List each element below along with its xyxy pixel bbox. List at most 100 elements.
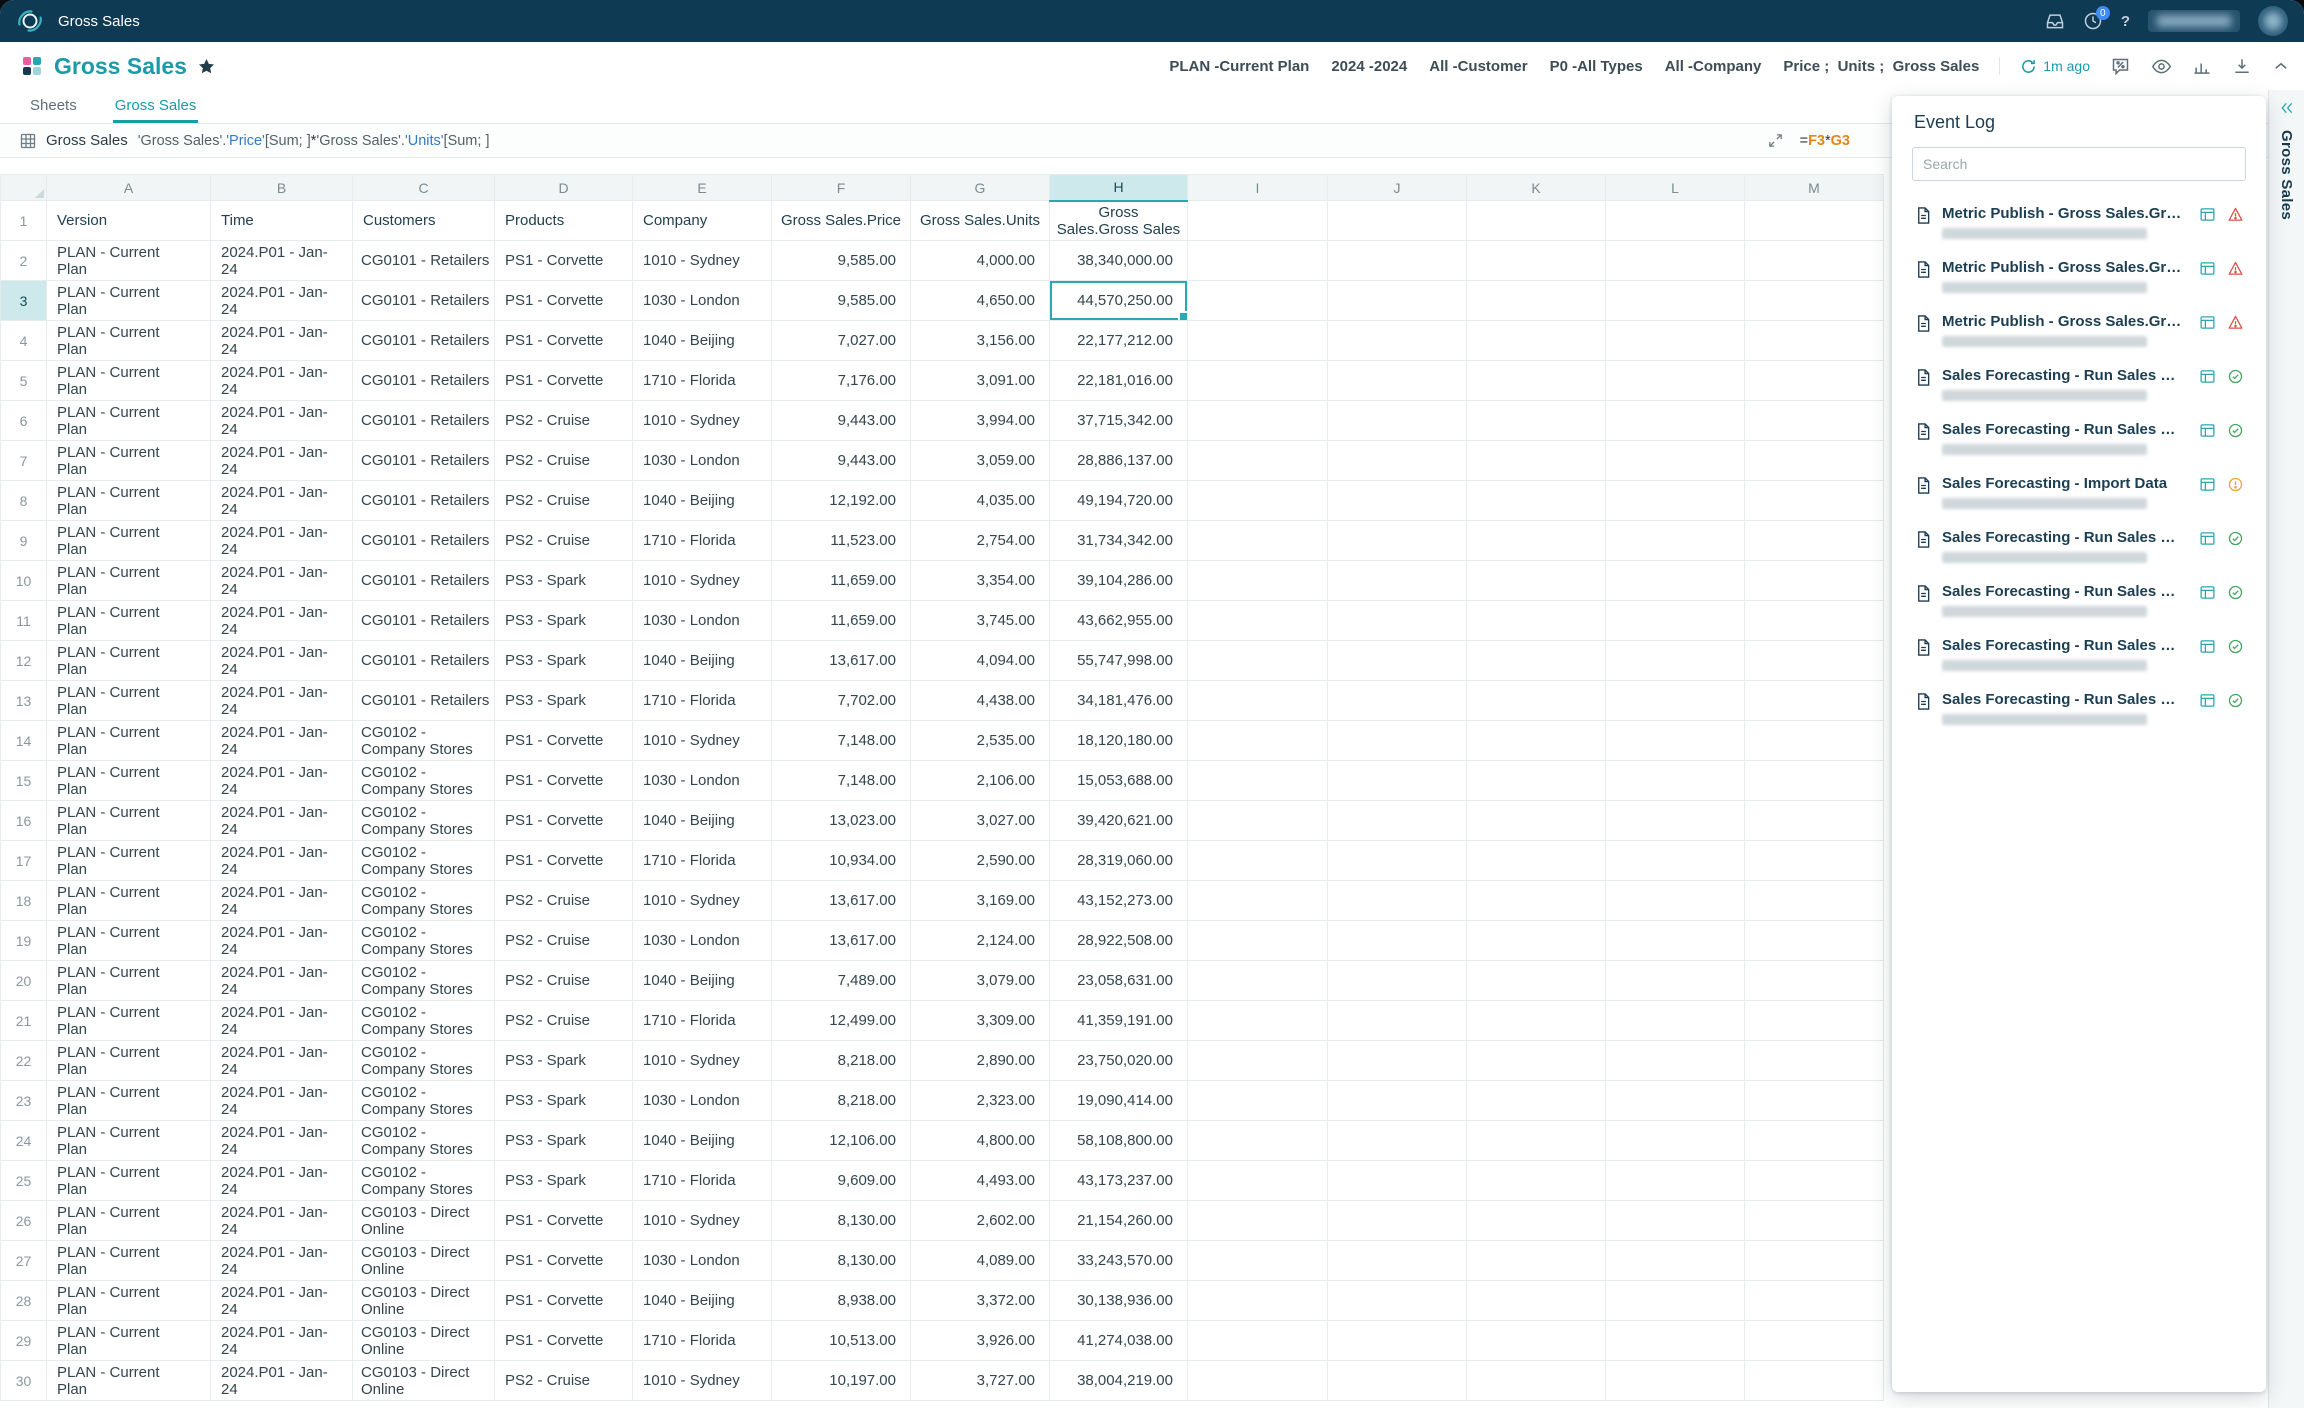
context-selector-3[interactable]: All -Customer [1429,58,1527,75]
cell-M17[interactable] [1745,841,1884,881]
cell-M4[interactable] [1745,321,1884,361]
column-header-G[interactable]: G [911,175,1050,201]
cell-L19[interactable] [1606,921,1745,961]
report-icon[interactable] [2199,638,2216,655]
cell-M14[interactable] [1745,721,1884,761]
column-header-A[interactable]: A [47,175,211,201]
cell-J6[interactable] [1328,401,1467,441]
column-header-E[interactable]: E [633,175,772,201]
cell-F21[interactable]: 12,499.00 [772,1001,911,1041]
expand-formula-icon[interactable] [1767,132,1784,149]
cell-C3[interactable]: CG0101 - Retailers [353,281,495,321]
cell-E14[interactable]: 1010 - Sydney [633,721,772,761]
cell-I24[interactable] [1188,1121,1328,1161]
cell-L3[interactable] [1606,281,1745,321]
cell-L21[interactable] [1606,1001,1745,1041]
cell-E16[interactable]: 1040 - Beijing [633,801,772,841]
cell-C5[interactable]: CG0101 - Retailers [353,361,495,401]
cell-M1[interactable] [1745,201,1884,241]
cell-D21[interactable]: PS2 - Cruise [495,1001,633,1041]
cell-H1[interactable]: Gross Sales.Gross Sales [1050,201,1188,241]
cell-G6[interactable]: 3,994.00 [911,401,1050,441]
cell-C29[interactable]: CG0103 - Direct Online [353,1321,495,1361]
row-header-25[interactable]: 25 [1,1161,47,1201]
cell-E21[interactable]: 1710 - Florida [633,1001,772,1041]
cell-A24[interactable]: PLAN - Current Plan [47,1121,211,1161]
cell-B23[interactable]: 2024.P01 - Jan-24 [211,1081,353,1121]
cell-L23[interactable] [1606,1081,1745,1121]
cell-I4[interactable] [1188,321,1328,361]
cell-B18[interactable]: 2024.P01 - Jan-24 [211,881,353,921]
collapsed-panel-rail[interactable]: Gross Sales [2268,90,2304,1408]
cell-M10[interactable] [1745,561,1884,601]
chevron-up-icon[interactable] [2272,57,2290,75]
cell-H6[interactable]: 37,715,342.00 [1050,401,1188,441]
cell-D26[interactable]: PS1 - Corvette [495,1201,633,1241]
cell-I8[interactable] [1188,481,1328,521]
row-header-12[interactable]: 12 [1,641,47,681]
cell-C7[interactable]: CG0101 - Retailers [353,441,495,481]
cell-H21[interactable]: 41,359,191.00 [1050,1001,1188,1041]
cell-B26[interactable]: 2024.P01 - Jan-24 [211,1201,353,1241]
row-header-9[interactable]: 9 [1,521,47,561]
cell-K9[interactable] [1467,521,1606,561]
cell-B15[interactable]: 2024.P01 - Jan-24 [211,761,353,801]
cell-K11[interactable] [1467,601,1606,641]
cell-C2[interactable]: CG0101 - Retailers [353,241,495,281]
cell-C30[interactable]: CG0103 - Direct Online [353,1361,495,1401]
cell-H19[interactable]: 28,922,508.00 [1050,921,1188,961]
cell-M12[interactable] [1745,641,1884,681]
cell-C22[interactable]: CG0102 - Company Stores [353,1041,495,1081]
row-header-19[interactable]: 19 [1,921,47,961]
cell-H3[interactable]: 44,570,250.00 [1050,281,1188,321]
comment-icon[interactable] [2110,56,2131,77]
cell-K25[interactable] [1467,1161,1606,1201]
cell-C6[interactable]: CG0101 - Retailers [353,401,495,441]
cell-M6[interactable] [1745,401,1884,441]
row-header-23[interactable]: 23 [1,1081,47,1121]
cell-B1[interactable]: Time [211,201,353,241]
cell-A23[interactable]: PLAN - Current Plan [47,1081,211,1121]
cell-A4[interactable]: PLAN - Current Plan [47,321,211,361]
cell-A11[interactable]: PLAN - Current Plan [47,601,211,641]
column-header-B[interactable]: B [211,175,353,201]
cell-D4[interactable]: PS1 - Corvette [495,321,633,361]
cell-B21[interactable]: 2024.P01 - Jan-24 [211,1001,353,1041]
cell-E7[interactable]: 1030 - London [633,441,772,481]
cell-C19[interactable]: CG0102 - Company Stores [353,921,495,961]
cell-L11[interactable] [1606,601,1745,641]
cell-J16[interactable] [1328,801,1467,841]
cell-J26[interactable] [1328,1201,1467,1241]
cell-G22[interactable]: 2,890.00 [911,1041,1050,1081]
cell-H26[interactable]: 21,154,260.00 [1050,1201,1188,1241]
cell-G26[interactable]: 2,602.00 [911,1201,1050,1241]
cell-G14[interactable]: 2,535.00 [911,721,1050,761]
cell-E23[interactable]: 1030 - London [633,1081,772,1121]
cell-G7[interactable]: 3,059.00 [911,441,1050,481]
cell-E29[interactable]: 1710 - Florida [633,1321,772,1361]
cell-L6[interactable] [1606,401,1745,441]
cell-K16[interactable] [1467,801,1606,841]
cell-H13[interactable]: 34,181,476.00 [1050,681,1188,721]
cell-K1[interactable] [1467,201,1606,241]
cell-A12[interactable]: PLAN - Current Plan [47,641,211,681]
cell-F26[interactable]: 8,130.00 [772,1201,911,1241]
context-selector-6[interactable]: Price ; Units ; Gross Sales [1783,58,1979,75]
cell-K8[interactable] [1467,481,1606,521]
cell-M19[interactable] [1745,921,1884,961]
tab-sheets[interactable]: Sheets [28,91,79,123]
cell-F8[interactable]: 12,192.00 [772,481,911,521]
cell-F17[interactable]: 10,934.00 [772,841,911,881]
cell-E2[interactable]: 1010 - Sydney [633,241,772,281]
cell-L24[interactable] [1606,1121,1745,1161]
cell-I30[interactable] [1188,1361,1328,1401]
cell-J4[interactable] [1328,321,1467,361]
cell-J2[interactable] [1328,241,1467,281]
cell-I11[interactable] [1188,601,1328,641]
cell-I16[interactable] [1188,801,1328,841]
context-selector-2[interactable]: 2024 -2024 [1331,58,1407,75]
column-header-C[interactable]: C [353,175,495,201]
cell-I22[interactable] [1188,1041,1328,1081]
cell-L30[interactable] [1606,1361,1745,1401]
cell-F16[interactable]: 13,023.00 [772,801,911,841]
